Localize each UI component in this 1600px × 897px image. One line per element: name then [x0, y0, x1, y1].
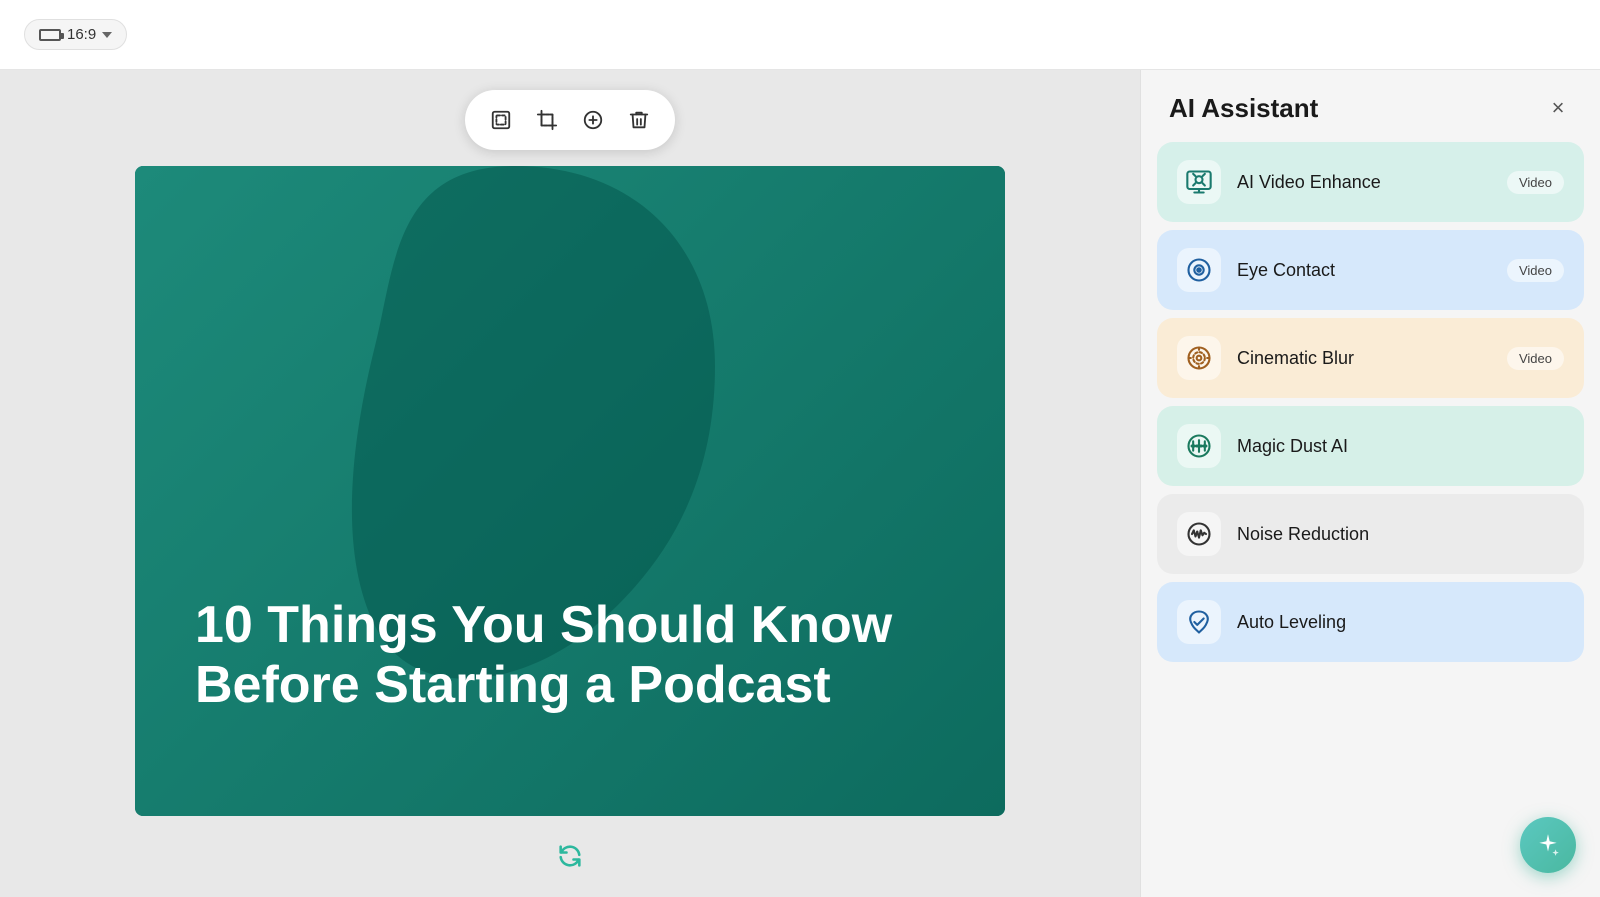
eye-contact-icon	[1177, 248, 1221, 292]
add-tool-button[interactable]	[573, 100, 613, 140]
crop-tool-button[interactable]	[527, 100, 567, 140]
ai-video-enhance-label: AI Video Enhance	[1237, 172, 1507, 193]
battery-icon	[39, 29, 61, 41]
canvas-toolbar	[465, 90, 675, 150]
eye-contact-badge: Video	[1507, 259, 1564, 282]
noise-reduction-label: Noise Reduction	[1237, 524, 1564, 545]
panel-item-magic-dust-ai[interactable]: Magic Dust AI	[1157, 406, 1584, 486]
right-panel: AI Assistant × AI Video Enhance Video	[1140, 70, 1600, 897]
ai-video-enhance-badge: Video	[1507, 171, 1564, 194]
panel-list: AI Video Enhance Video Eye Contact Video	[1141, 142, 1600, 897]
chevron-down-icon	[102, 32, 112, 38]
noise-reduction-icon	[1177, 512, 1221, 556]
eye-contact-label: Eye Contact	[1237, 260, 1507, 281]
cinematic-blur-badge: Video	[1507, 347, 1564, 370]
aspect-ratio-selector[interactable]: 16:9	[24, 19, 127, 50]
panel-item-auto-leveling[interactable]: Auto Leveling	[1157, 582, 1584, 662]
video-background: 10 Things You Should Know Before Startin…	[135, 166, 1005, 816]
cinematic-blur-label: Cinematic Blur	[1237, 348, 1507, 369]
magic-dust-ai-icon	[1177, 424, 1221, 468]
panel-header: AI Assistant ×	[1141, 70, 1600, 142]
ai-video-enhance-icon	[1177, 160, 1221, 204]
refresh-button[interactable]	[556, 842, 584, 877]
panel-item-ai-video-enhance[interactable]: AI Video Enhance Video	[1157, 142, 1584, 222]
panel-item-noise-reduction[interactable]: Noise Reduction	[1157, 494, 1584, 574]
refresh-container	[556, 842, 584, 877]
select-tool-button[interactable]	[481, 100, 521, 140]
close-panel-button[interactable]: ×	[1540, 90, 1576, 126]
aspect-ratio-label: 16:9	[67, 26, 96, 43]
panel-item-cinematic-blur[interactable]: Cinematic Blur Video	[1157, 318, 1584, 398]
panel-item-eye-contact[interactable]: Eye Contact Video	[1157, 230, 1584, 310]
delete-tool-button[interactable]	[619, 100, 659, 140]
auto-leveling-icon	[1177, 600, 1221, 644]
main-content: 10 Things You Should Know Before Startin…	[0, 70, 1600, 897]
video-thumbnail: 10 Things You Should Know Before Startin…	[135, 166, 1005, 816]
cinematic-blur-icon	[1177, 336, 1221, 380]
magic-dust-ai-label: Magic Dust AI	[1237, 436, 1564, 457]
panel-title: AI Assistant	[1169, 93, 1318, 124]
top-bar: 16:9	[0, 0, 1600, 70]
video-title: 10 Things You Should Know Before Startin…	[195, 596, 945, 716]
auto-leveling-label: Auto Leveling	[1237, 612, 1564, 633]
ai-fab-button[interactable]	[1520, 817, 1576, 873]
canvas-area: 10 Things You Should Know Before Startin…	[0, 70, 1140, 897]
